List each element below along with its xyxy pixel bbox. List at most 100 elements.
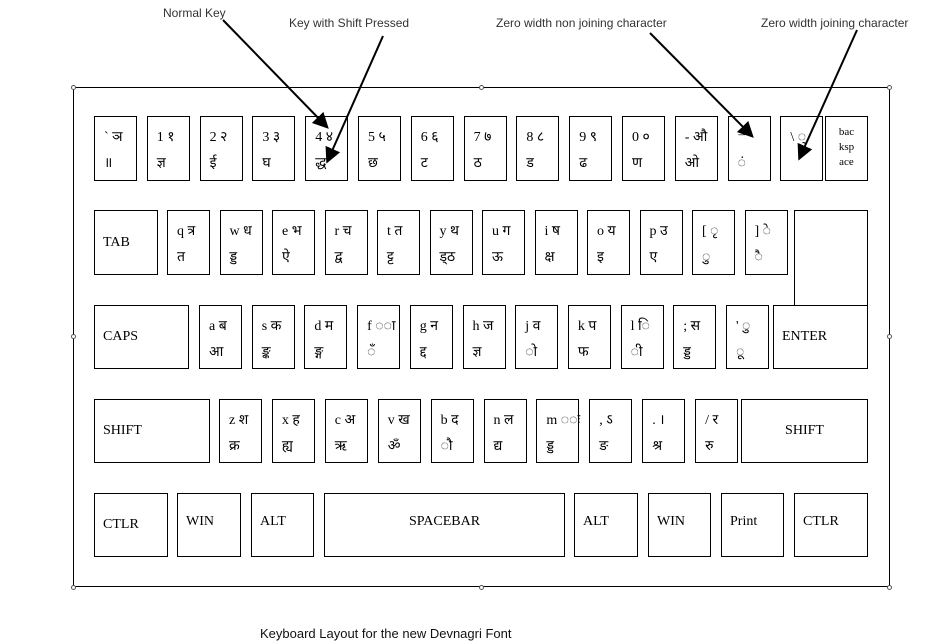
char-key[interactable]: 6 ६ ट (410, 116, 454, 181)
shift-char: रु (705, 439, 714, 454)
key-shift-left[interactable]: SHIFT (94, 399, 210, 463)
char-key[interactable]: o य इ (587, 210, 630, 275)
shift-char: द्व (334, 250, 343, 265)
char-key[interactable]: = ◌ं (727, 116, 771, 181)
char-key[interactable]: 8 ८ ड (516, 116, 560, 181)
char-key[interactable]: 4 ४ द्ध (305, 116, 349, 181)
key-caps[interactable]: CAPS (94, 305, 189, 369)
shift-char: ज्ञ (156, 156, 166, 171)
resize-handle[interactable] (887, 85, 892, 90)
resize-handle[interactable] (479, 585, 484, 590)
shift-char: त (177, 250, 185, 265)
char-key[interactable]: v ख ॐ (377, 399, 421, 463)
char-key[interactable]: l ि ◌ी (620, 305, 664, 369)
char-key[interactable]: s क ङ्क (251, 305, 295, 369)
char-key[interactable]: ` ञ ॥ (94, 116, 137, 181)
char-key[interactable]: 0 ० ण (622, 116, 665, 181)
normal-char: 7 ७ (473, 130, 492, 145)
resize-handle[interactable] (479, 85, 484, 90)
normal-char: g न (419, 319, 439, 334)
normal-char: h ज (472, 319, 494, 334)
char-key[interactable]: 3 ३ घ (252, 116, 296, 181)
char-key[interactable]: w ध ड्ड (219, 210, 263, 275)
char-key[interactable]: - औ ओ (674, 116, 718, 181)
key-label: CTLR (103, 517, 139, 532)
char-key[interactable]: f ◌ा ◌ँ (357, 305, 401, 369)
normal-char: ` ञ (104, 130, 123, 145)
key-win-left[interactable]: WIN (177, 493, 241, 557)
key-shift-right[interactable]: SHIFT (741, 399, 868, 463)
normal-char: t त (387, 224, 403, 239)
normal-char: c अ (334, 413, 356, 428)
char-key[interactable]: 1 १ ज्ञ (146, 116, 190, 181)
key-spacebar[interactable]: SPACEBAR (324, 493, 565, 557)
char-key[interactable]: c अ ऋ (324, 399, 368, 463)
char-key[interactable]: [ ◌ृ ◌ु (692, 210, 735, 275)
char-key[interactable]: 7 ७ ठ (463, 116, 507, 181)
char-key[interactable]: b द ◌ौ (430, 399, 474, 463)
key-win-right[interactable]: WIN (648, 493, 711, 557)
key-ctrl-right[interactable]: CTLR (794, 493, 868, 557)
char-key[interactable]: j व ◌ो (515, 305, 559, 369)
shift-char: ◌ु (702, 250, 711, 265)
normal-char: k प (577, 319, 597, 334)
char-key[interactable]: k प फ (567, 305, 611, 369)
normal-char: n ल (493, 413, 514, 428)
normal-char: i ष (544, 224, 560, 239)
key-alt-right[interactable]: ALT (574, 493, 638, 557)
char-key[interactable]: q त्र त (167, 210, 210, 275)
shift-char: क्ष (544, 250, 555, 265)
char-key[interactable]: , ऽ ङ (589, 399, 633, 463)
char-key[interactable]: . । श्र (642, 399, 686, 463)
key-tab[interactable]: TAB (94, 210, 158, 275)
char-key[interactable]: t त ट्ट (377, 210, 420, 275)
shift-char: ण (632, 156, 643, 171)
char-key[interactable]: d म ङ्ग (304, 305, 348, 369)
normal-char: x ह (281, 413, 300, 428)
char-key[interactable]: p उ ए (639, 210, 683, 275)
normal-char: / र (705, 413, 719, 428)
shift-char: घ (262, 156, 271, 171)
key-label: CAPS (103, 329, 139, 344)
char-key[interactable]: n ल द्य (483, 399, 527, 463)
char-key[interactable]: \ ◌् (780, 116, 824, 181)
char-key[interactable]: m ◌ः ड्ड (536, 399, 580, 463)
char-key[interactable]: 2 २ ई (199, 116, 243, 181)
char-key[interactable]: ] ◌े ◌ै (744, 210, 788, 275)
normal-char: v ख (387, 413, 410, 428)
key-print[interactable]: Print (721, 493, 784, 557)
key-enter-upper[interactable] (794, 210, 868, 306)
key-ctrl-left[interactable]: CTLR (94, 493, 168, 557)
key-enter[interactable]: ENTER (773, 305, 868, 369)
char-key[interactable]: e भ ऐ (272, 210, 315, 275)
char-key[interactable]: ; स ड्ड (673, 305, 717, 369)
char-key[interactable]: / र रु (695, 399, 739, 463)
resize-handle[interactable] (71, 585, 76, 590)
char-key[interactable]: y थ ड्ठ (429, 210, 473, 275)
char-key[interactable]: ' ◌ु ◌ू (726, 305, 769, 369)
char-key[interactable]: a ब आ (199, 305, 242, 369)
shift-char: श्र (652, 439, 663, 454)
char-key[interactable]: g न द्द (409, 305, 453, 369)
shift-char: ङ्ग (314, 345, 324, 360)
char-key[interactable]: 9 ९ ढ (569, 116, 613, 181)
resize-handle[interactable] (887, 334, 892, 339)
resize-handle[interactable] (71, 334, 76, 339)
char-key[interactable]: z श क्र (219, 399, 262, 463)
char-key[interactable]: r च द्व (324, 210, 368, 275)
normal-char: ' ◌ु (736, 319, 751, 334)
char-key[interactable]: u ग ऊ (482, 210, 525, 275)
char-key[interactable]: h ज ज्ञ (462, 305, 506, 369)
resize-handle[interactable] (887, 585, 892, 590)
normal-char: [ ◌ृ (702, 224, 719, 239)
callout-zwnj: Zero width non joining character (496, 16, 667, 30)
char-key[interactable]: 5 ५ छ (358, 116, 401, 181)
resize-handle[interactable] (71, 85, 76, 90)
key-alt-left[interactable]: ALT (251, 493, 314, 557)
char-key[interactable]: i ष क्ष (534, 210, 578, 275)
shift-char: ॐ (387, 439, 401, 454)
shift-char: क्र (229, 439, 240, 454)
char-key[interactable]: x ह ह्य (271, 399, 315, 463)
shift-char: ऐ (282, 250, 290, 265)
key-backspace[interactable]: bac ksp ace (825, 116, 868, 181)
